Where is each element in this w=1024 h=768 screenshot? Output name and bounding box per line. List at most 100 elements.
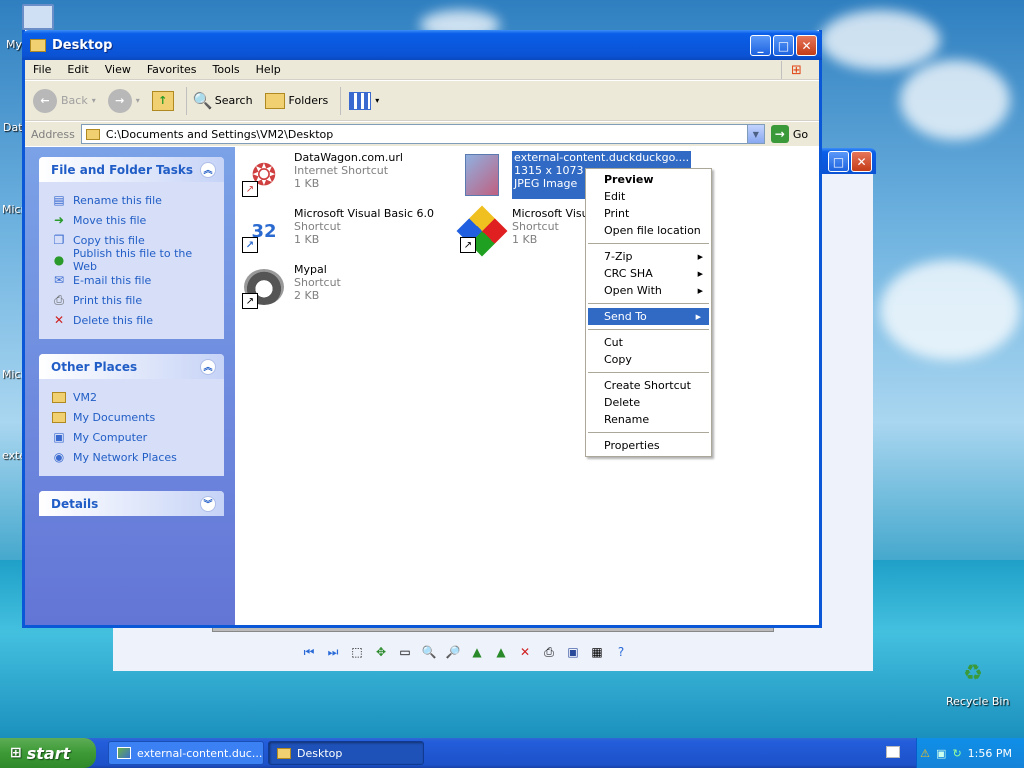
menu-item-crc-sha[interactable]: CRC SHA ▶ — [586, 265, 711, 282]
forward-button[interactable]: → ▾ — [107, 88, 140, 113]
network-status-icon[interactable]: ▣ — [936, 747, 946, 760]
taskbar-item-desktop[interactable]: Desktop — [268, 741, 424, 765]
place-vm2[interactable]: VM2 — [51, 387, 214, 407]
minimize-button[interactable]: _ — [750, 35, 771, 56]
menu-item-properties[interactable]: Properties — [586, 437, 711, 454]
taskbar: ⊞ start external-content.duc... Desktop … — [0, 738, 1024, 768]
slideshow-icon[interactable]: ▭ — [396, 643, 414, 661]
menu-view[interactable]: View — [97, 63, 139, 76]
menu-item-preview[interactable]: Preview — [586, 171, 711, 188]
next-image-icon[interactable]: ⏭ — [324, 643, 342, 661]
move-task[interactable]: ➜ Move this file — [51, 210, 214, 230]
print-task[interactable]: ⎙ Print this file — [51, 290, 214, 310]
search-icon: 🔍 — [192, 91, 213, 110]
zoom-in-icon[interactable]: 🔍 — [420, 643, 438, 661]
rotate-clockwise-icon[interactable]: ▲ — [468, 643, 486, 661]
previous-image-icon[interactable]: ⏮ — [300, 643, 318, 661]
folders-label: Folders — [288, 94, 329, 107]
panel-header[interactable]: Details ︾ — [39, 491, 224, 516]
rotate-counterclockwise-icon[interactable]: ▲ — [492, 643, 510, 661]
start-button[interactable]: ⊞ start — [0, 738, 96, 768]
place-my-computer[interactable]: ▣ My Computer — [51, 427, 214, 447]
recycle-bin-icon[interactable]: ♻ — [958, 658, 988, 688]
edit-image-icon[interactable]: ▦ — [588, 643, 606, 661]
maximize-button[interactable]: □ — [828, 151, 849, 172]
file-size: 1 KB — [294, 177, 320, 190]
menu-item-label: Send To — [604, 310, 647, 323]
place-my-network[interactable]: ◉ My Network Places — [51, 447, 214, 467]
menu-item-label: 7-Zip — [604, 250, 633, 263]
print-icon[interactable]: ⎙ — [540, 643, 558, 661]
desktop-icon-label[interactable]: Dat — [3, 121, 23, 134]
menu-tools[interactable]: Tools — [205, 63, 248, 76]
best-fit-icon[interactable]: ⬚ — [348, 643, 366, 661]
go-button[interactable]: → Go — [770, 125, 808, 143]
address-input[interactable]: C:\Documents and Settings\VM2\Desktop ▼ — [80, 124, 765, 144]
recycle-bin-label[interactable]: Recycle Bin — [946, 695, 1009, 708]
search-button[interactable]: 🔍 Search — [192, 91, 253, 110]
menu-item-send-to[interactable]: Send To ▶ — [588, 308, 709, 325]
security-warning-icon[interactable]: ⚠ — [920, 747, 930, 760]
panel-header[interactable]: Other Places ︽ — [39, 354, 224, 379]
shortcut-tray-icon[interactable]: ↻ — [952, 747, 961, 760]
menu-item-rename[interactable]: Rename — [586, 411, 711, 428]
my-computer-icon[interactable] — [22, 4, 54, 30]
clock[interactable]: 1:56 PM — [968, 747, 1012, 760]
file-item[interactable]: ↗ Microsoft Visual Shortcut 1 KB — [456, 205, 598, 257]
chevron-down-icon[interactable]: ▼ — [746, 125, 764, 143]
delete-task[interactable]: ✕ Delete this file — [51, 310, 214, 330]
views-button[interactable]: ▾ — [349, 91, 379, 110]
menu-separator — [588, 303, 709, 304]
taskbar-item-image-viewer[interactable]: external-content.duc... — [108, 741, 264, 765]
email-task[interactable]: ✉ E-mail this file — [51, 270, 214, 290]
file-item[interactable]: ❂ ↗ DataWagon.com.url Internet Shortcut 1… — [240, 151, 403, 199]
task-label: Publish this file to the Web — [73, 247, 193, 273]
menu-item-7zip[interactable]: 7-Zip ▶ — [586, 248, 711, 265]
desktop-icon-label[interactable]: My — [6, 38, 22, 51]
menu-help[interactable]: Help — [248, 63, 289, 76]
up-folder-button[interactable]: ↑ — [151, 90, 174, 111]
file-item[interactable]: ↗ Mypal Shortcut 2 KB — [240, 263, 341, 311]
menu-item-open-location[interactable]: Open file location — [586, 222, 711, 239]
menu-favorites[interactable]: Favorites — [139, 63, 205, 76]
help-icon[interactable]: ? — [612, 643, 630, 661]
menu-item-label: Open file location — [604, 224, 701, 237]
menu-item-print[interactable]: Print — [586, 205, 711, 222]
publish-task[interactable]: ● Publish this file to the Web — [51, 247, 214, 273]
maximize-button[interactable]: □ — [773, 35, 794, 56]
menu-item-delete[interactable]: Delete — [586, 394, 711, 411]
close-button[interactable]: ✕ — [851, 151, 872, 172]
menu-edit[interactable]: Edit — [59, 63, 96, 76]
menu-item-cut[interactable]: Cut — [586, 334, 711, 351]
context-menu: Preview Edit Print Open file location 7-… — [585, 168, 712, 457]
collapse-icon[interactable]: ︽ — [200, 161, 216, 178]
menu-file[interactable]: File — [25, 63, 59, 76]
file-type: Internet Shortcut — [294, 164, 389, 177]
visual-basic-icon: 32 ↗ — [240, 207, 288, 255]
menu-item-label: Edit — [604, 190, 626, 203]
close-button[interactable]: ✕ — [796, 35, 817, 56]
panel-header[interactable]: File and Folder Tasks ︽ — [39, 157, 224, 182]
cloud — [820, 10, 940, 70]
actual-size-icon[interactable]: ✥ — [372, 643, 390, 661]
collapse-icon[interactable]: ︽ — [200, 358, 216, 375]
menu-item-copy[interactable]: Copy — [586, 351, 711, 368]
expand-icon[interactable]: ︾ — [200, 495, 216, 512]
explorer-titlebar[interactable]: Desktop _ □ ✕ — [22, 30, 822, 60]
file-item[interactable]: 32 ↗ Microsoft Visual Basic 6.0 Shortcut … — [240, 207, 434, 255]
panel-title: File and Folder Tasks — [51, 162, 194, 177]
zoom-out-icon[interactable]: 🔎 — [444, 643, 462, 661]
menu-item-edit[interactable]: Edit — [586, 188, 711, 205]
rename-task[interactable]: ▤ Rename this file — [51, 190, 214, 210]
delete-icon[interactable]: ✕ — [516, 643, 534, 661]
details-panel: Details ︾ — [39, 491, 224, 516]
menu-item-open-with[interactable]: Open With ▶ — [586, 282, 711, 299]
place-my-documents[interactable]: My Documents — [51, 407, 214, 427]
file-list: ❂ ↗ DataWagon.com.url Internet Shortcut 1… — [236, 147, 819, 625]
menu-item-create-shortcut[interactable]: Create Shortcut — [586, 377, 711, 394]
keyboard-icon[interactable] — [886, 746, 900, 758]
folders-button[interactable]: Folders — [264, 92, 329, 109]
back-button[interactable]: ← Back ▾ — [33, 88, 96, 113]
save-icon[interactable]: ▣ — [564, 643, 582, 661]
menu-item-label: Print — [604, 207, 630, 220]
